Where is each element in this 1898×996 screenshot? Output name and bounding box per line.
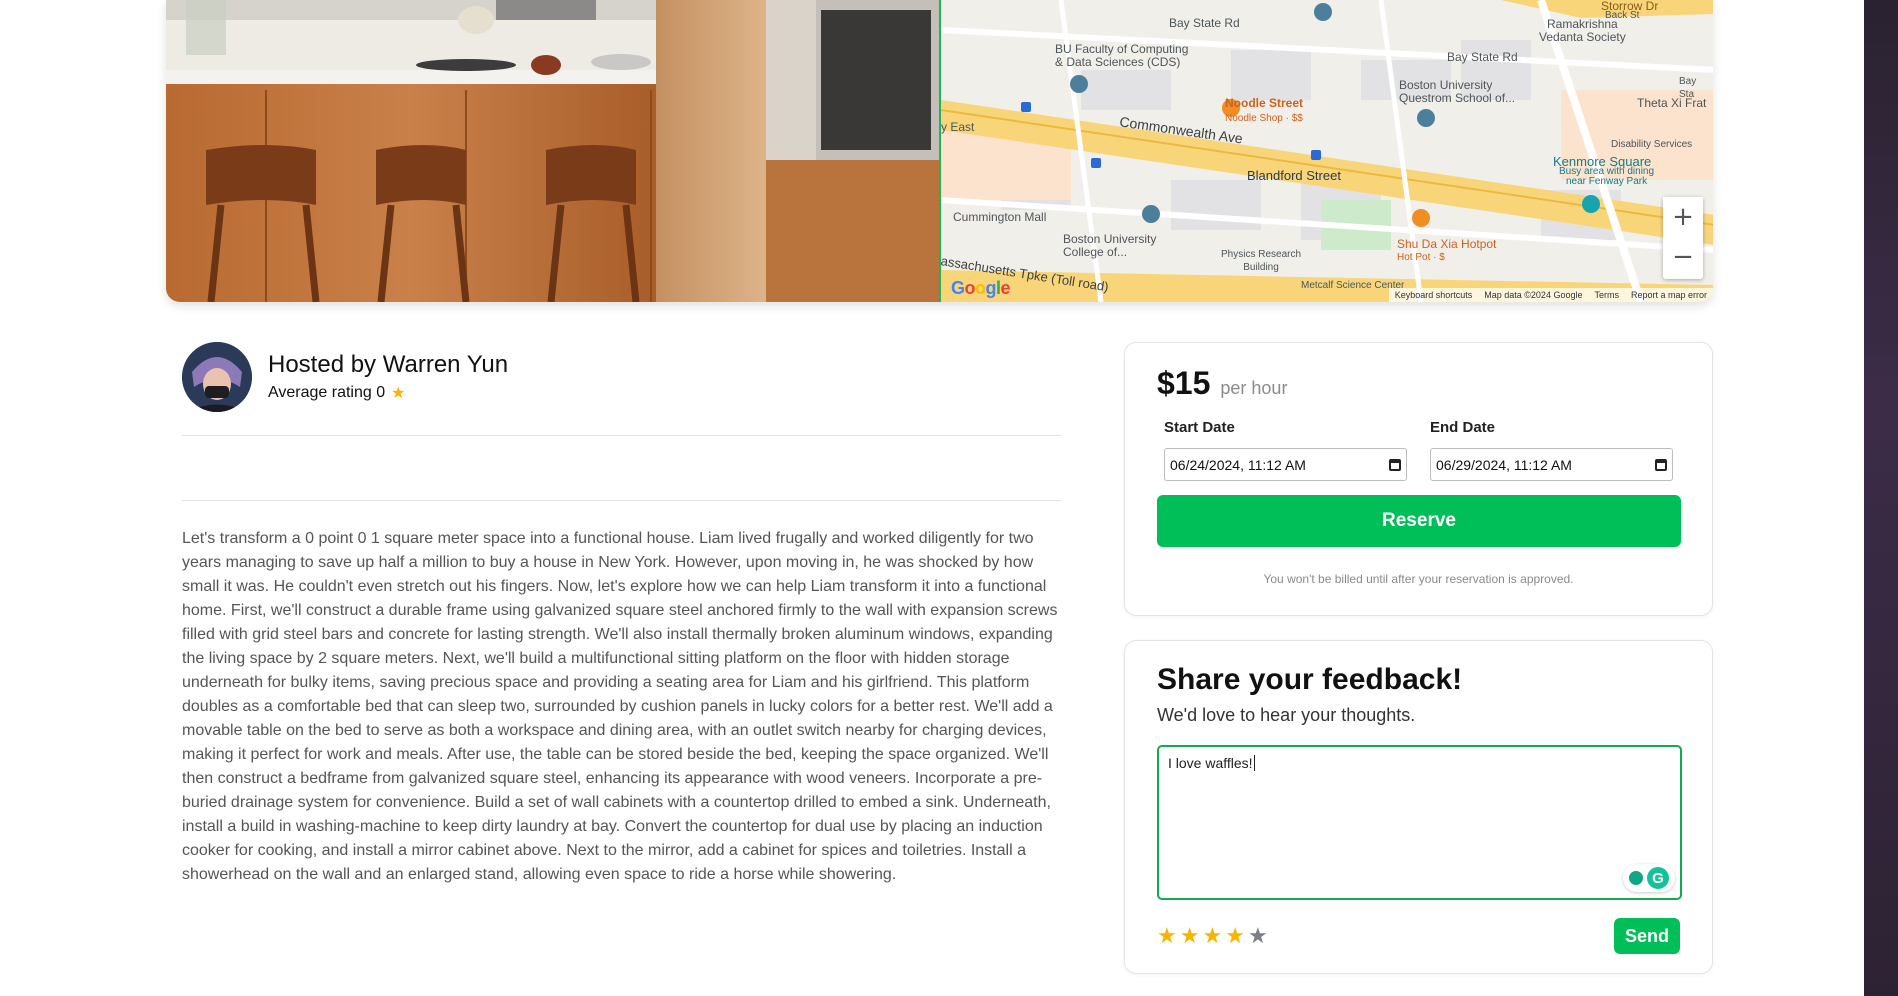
feedback-subtitle: We'd love to hear your thoughts. [1157, 705, 1416, 725]
host-rating-label: Average rating 0 [268, 384, 386, 401]
map-label-bay-state-rd: Bay State Rd [1169, 16, 1240, 30]
page: Bay State Rd Bay State Rd Bay Sta Storro… [0, 0, 1898, 996]
rating-star-icon[interactable]: ★ [1180, 923, 1200, 949]
rating-star-icon[interactable]: ★ [1225, 923, 1245, 949]
feedback-text: I love waffles! [1168, 755, 1253, 771]
map-label-questrom: Boston University Questrom School of... [1399, 78, 1516, 105]
map-label-bu-cds: BU Faculty of Computing & Data Sciences … [1055, 42, 1189, 69]
map-label-bay-state-rd: Bay State Rd [1447, 50, 1518, 64]
map-label-theta-xi: Theta Xi Frat [1637, 96, 1707, 110]
zoom-in-button[interactable]: + [1663, 197, 1703, 237]
map-footer: Keyboard shortcuts Map data ©2024 Google… [1388, 288, 1713, 302]
map-label-noodle-street-sub: Noodle Shop · $$ [1225, 113, 1303, 124]
start-date-input[interactable]: 06/24/2024, 11:12 AM [1164, 448, 1407, 481]
start-date-value: 06/24/2024, 11:12 AM [1170, 456, 1306, 473]
price-amount: $15 [1157, 365, 1211, 401]
lightbulb-icon[interactable] [1629, 871, 1643, 885]
send-button[interactable]: Send [1614, 918, 1680, 954]
host-rating: Average rating 0 ★ [268, 383, 508, 403]
price-unit: per hour [1220, 378, 1288, 398]
map-label-ramakrishna: Ramakrishna Vedanta Society [1539, 17, 1626, 44]
host-avatar[interactable] [182, 342, 252, 412]
calendar-icon[interactable] [1655, 458, 1667, 471]
listing-hero: Bay State Rd Bay State Rd Bay Sta Storro… [166, 0, 1713, 302]
grammarly-icon[interactable]: G [1647, 867, 1669, 889]
calendar-icon[interactable] [1389, 458, 1401, 471]
map-label-east: y East [941, 120, 975, 134]
text-cursor: ​ [1253, 755, 1255, 771]
rating-star-icon[interactable]: ★ [1202, 923, 1222, 949]
end-date-label: End Date [1430, 419, 1496, 436]
billing-note: You won't be billed until after your res… [1263, 572, 1574, 586]
map-label-noodle-street: Noodle Street [1225, 96, 1304, 110]
feedback-textarea[interactable]: I love waffles!​ G [1157, 745, 1682, 900]
reserve-button[interactable]: Reserve [1157, 495, 1681, 547]
feedback-card: Share your feedback! We'd love to hear y… [1124, 640, 1713, 974]
zoom-out-button[interactable]: − [1663, 237, 1703, 277]
map-report-error-link[interactable]: Report a map error [1631, 290, 1707, 300]
section-divider [182, 435, 1061, 436]
rating-star-icon[interactable]: ★ [1248, 923, 1268, 949]
end-date-input[interactable]: 06/29/2024, 11:12 AM [1430, 448, 1673, 481]
listing-description: Let's transform a 0 point 0 1 square met… [182, 530, 1058, 883]
star-icon: ★ [391, 385, 406, 402]
feedback-title: Share your feedback! [1157, 663, 1463, 696]
map-label-shu-da-xia-sub: Hot Pot · $ [1397, 252, 1445, 263]
map-data-attribution: Map data ©2024 Google [1484, 290, 1583, 300]
host-info: Hosted by Warren Yun Average rating 0 ★ [182, 342, 508, 412]
section-divider [182, 500, 1061, 501]
rating-star-icon[interactable]: ★ [1157, 923, 1177, 949]
map-label-physics: Physics Research Building [1221, 249, 1302, 273]
map-label-disability-services: Disability Services [1611, 139, 1693, 150]
feedback-star-rating[interactable]: ★ ★ ★ ★ ★ [1157, 923, 1268, 949]
map-label-cummington: Cummington Mall [953, 210, 1047, 224]
price: $15 per hour [1157, 365, 1287, 402]
start-date-label: Start Date [1164, 419, 1235, 436]
map-terms-link[interactable]: Terms [1594, 290, 1619, 300]
host-name: Hosted by Warren Yun [268, 351, 509, 378]
desktop-background-strip [1864, 0, 1898, 996]
map-label-bu-college: Boston University College of... [1063, 232, 1157, 259]
map-label-shu-da-xia: Shu Da Xia Hotpot [1397, 237, 1497, 251]
map-label-blandford: Blandford Street [1247, 168, 1341, 183]
map-zoom-controls: + − [1663, 197, 1703, 279]
google-logo: Google [951, 278, 1011, 298]
map-label-kenmore-sub: Busy area with dining near Fenway Park [1559, 166, 1655, 187]
grammarly-widget[interactable]: G [1623, 864, 1675, 892]
map-keyboard-shortcuts-link[interactable]: Keyboard shortcuts [1395, 290, 1473, 300]
end-date-value: 06/29/2024, 11:12 AM [1436, 456, 1572, 473]
reservation-card: $15 per hour Start Date 06/24/2024, 11:1… [1124, 342, 1713, 616]
listing-photo [166, 0, 939, 302]
location-map[interactable]: Bay State Rd Bay State Rd Bay Sta Storro… [939, 0, 1713, 302]
